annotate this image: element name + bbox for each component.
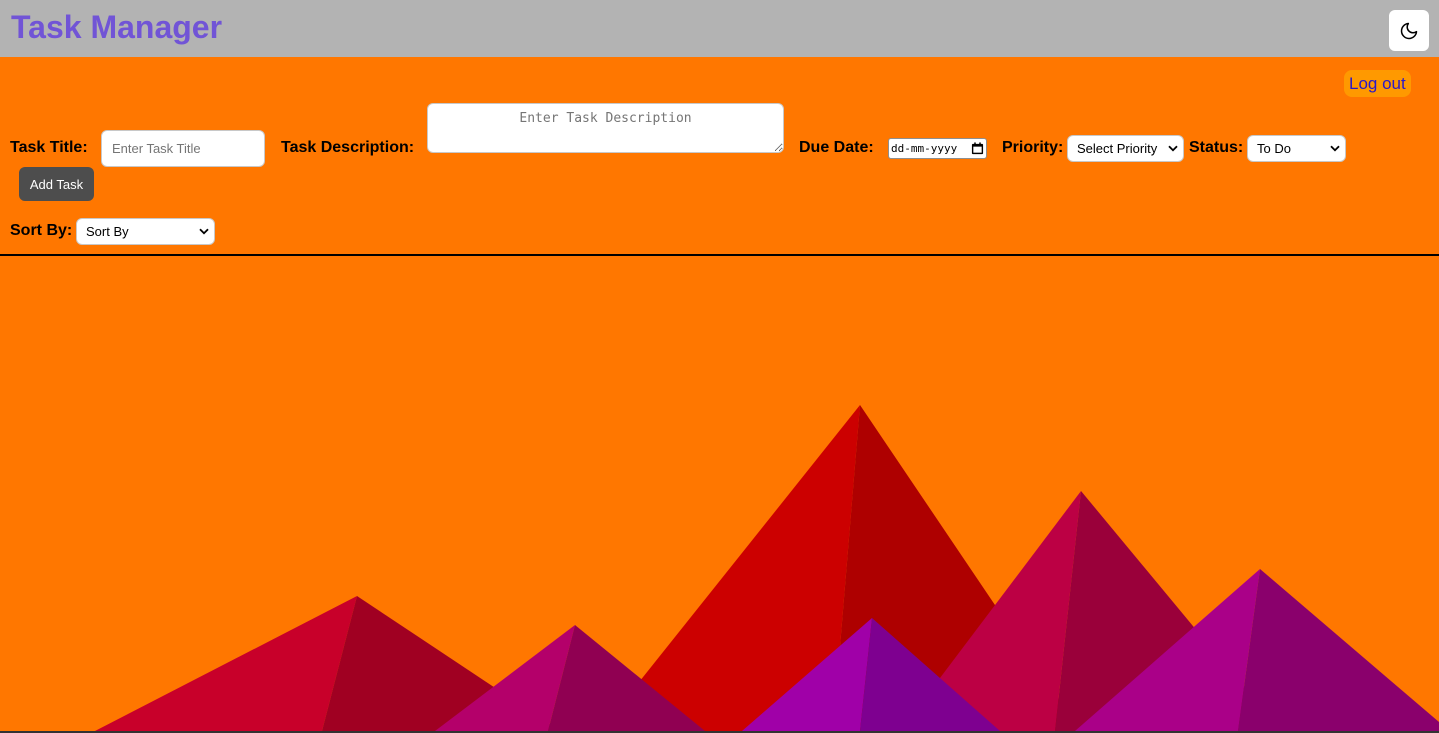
status-selected-value: To Do	[1257, 141, 1291, 156]
mountain-shape	[95, 596, 357, 731]
sort-by-label: Sort By:	[10, 222, 73, 239]
chevron-down-icon	[1330, 145, 1340, 152]
priority-label: Priority:	[1002, 139, 1064, 156]
calendar-icon[interactable]	[971, 142, 984, 155]
task-description-input[interactable]	[427, 103, 784, 153]
theme-toggle-button[interactable]	[1389, 10, 1429, 51]
task-title-input[interactable]	[101, 130, 265, 167]
app-header: Task Manager	[0, 0, 1439, 57]
task-title-label: Task Title:	[10, 139, 88, 156]
priority-select[interactable]: Select Priority	[1067, 135, 1184, 162]
due-date-input[interactable]: dd-mm-yyyy	[888, 138, 987, 159]
due-date-label: Due Date:	[799, 139, 874, 156]
sort-by-select[interactable]: Sort By	[76, 218, 215, 245]
app-title: Task Manager	[11, 9, 223, 45]
priority-selected-value: Select Priority	[1077, 141, 1158, 156]
chevron-down-icon	[1168, 145, 1178, 152]
due-date-value: dd-mm-yyyy	[891, 142, 958, 155]
status-label: Status:	[1189, 139, 1244, 156]
status-select[interactable]: To Do	[1247, 135, 1346, 162]
moon-icon	[1399, 21, 1419, 41]
mountain-background	[95, 405, 1439, 731]
sort-by-selected-value: Sort By	[86, 224, 129, 239]
chevron-down-icon	[199, 228, 209, 235]
add-task-button[interactable]: Add Task	[19, 167, 94, 201]
logout-button[interactable]: Log out	[1344, 70, 1411, 97]
task-description-label: Task Description:	[281, 139, 415, 156]
mountain-shape	[1238, 569, 1439, 731]
